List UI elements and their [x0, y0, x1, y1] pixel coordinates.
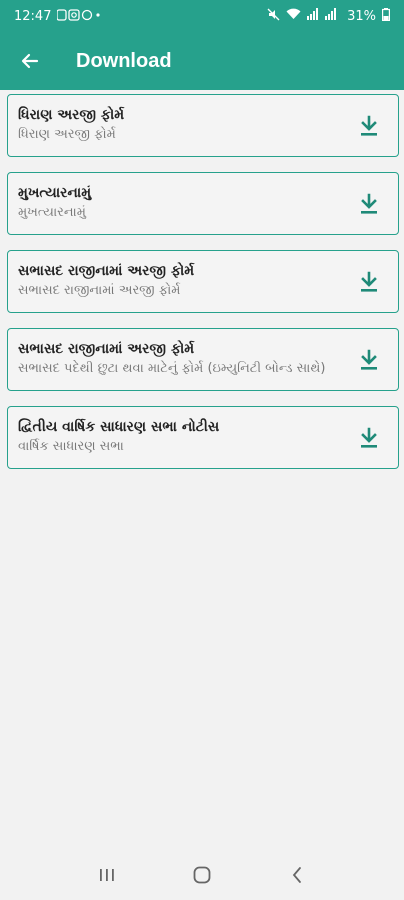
download-item[interactable]: દ્વિતીય વાર્ષિક સાધારણ સભા નોટીસ વાર્ષિક… — [7, 406, 399, 469]
recent-apps-button[interactable] — [87, 860, 127, 890]
app-bar: Download — [0, 32, 404, 90]
system-nav-bar — [0, 850, 404, 900]
wifi-icon — [286, 8, 301, 24]
download-icon[interactable] — [358, 426, 380, 450]
item-title: મુખત્યારનામું — [18, 185, 92, 201]
mute-icon — [267, 8, 280, 25]
home-button[interactable] — [182, 860, 222, 890]
item-subtitle: સભાસદ રાજીનામાં અરજી ફોર્મ — [18, 283, 181, 298]
download-item[interactable]: સભાસદ રાજીનામાં અરજી ફોર્મ સભાસદ રાજીનામ… — [7, 250, 399, 313]
home-icon — [193, 866, 211, 884]
download-icon[interactable] — [358, 348, 380, 372]
system-back-button[interactable] — [277, 860, 317, 890]
item-title: દ્વિતીય વાર્ષિક સાધારણ સભા નોટીસ — [18, 419, 220, 435]
status-right: 31% — [267, 7, 391, 25]
download-item[interactable]: ધિરાણ અરજી ફોર્મ ધિરાણ અરજી ફોર્મ — [7, 94, 399, 157]
download-icon[interactable] — [358, 192, 380, 216]
download-item[interactable]: સભાસદ રાજીનામાં અરજી ફોર્મ સભાસદ પદેથી છ… — [7, 328, 399, 391]
chevron-left-icon — [292, 867, 301, 883]
page-title: Download — [76, 49, 172, 72]
status-bar: 12:47 31% — [0, 0, 404, 32]
download-item[interactable]: મુખત્યારનામું મુખત્યારનામું — [7, 172, 399, 235]
status-time: 12:47 — [14, 8, 52, 24]
item-subtitle: સભાસદ પદેથી છુટા થવા માટેનું ફોર્મ (ઇમ્ય… — [18, 361, 326, 376]
item-title: સભાસદ રાજીનામાં અરજી ફોર્મ — [18, 263, 195, 279]
arrow-left-icon — [21, 53, 39, 69]
item-subtitle: ધિરાણ અરજી ફોર્મ — [18, 127, 116, 142]
recent-apps-icon — [100, 869, 115, 881]
item-subtitle: મુખત્યારનામું — [18, 205, 86, 220]
download-icon[interactable] — [358, 114, 380, 138]
status-left: 12:47 — [14, 9, 101, 24]
item-title: ધિરાણ અરજી ફોર્મ — [18, 107, 125, 123]
signal-icon — [307, 8, 341, 24]
status-battery: 31% — [347, 8, 376, 24]
download-list: ધિરાણ અરજી ફોર્મ ધિરાણ અરજી ફોર્મ મુખત્ય… — [7, 94, 399, 484]
item-subtitle: વાર્ષિક સાધારણ સભા — [18, 439, 124, 454]
battery-icon — [382, 7, 391, 25]
download-icon[interactable] — [358, 270, 380, 294]
item-title: સભાસદ રાજીનામાં અરજી ફોર્મ — [18, 341, 195, 357]
back-button[interactable] — [0, 32, 60, 90]
notification-icons — [56, 9, 101, 23]
